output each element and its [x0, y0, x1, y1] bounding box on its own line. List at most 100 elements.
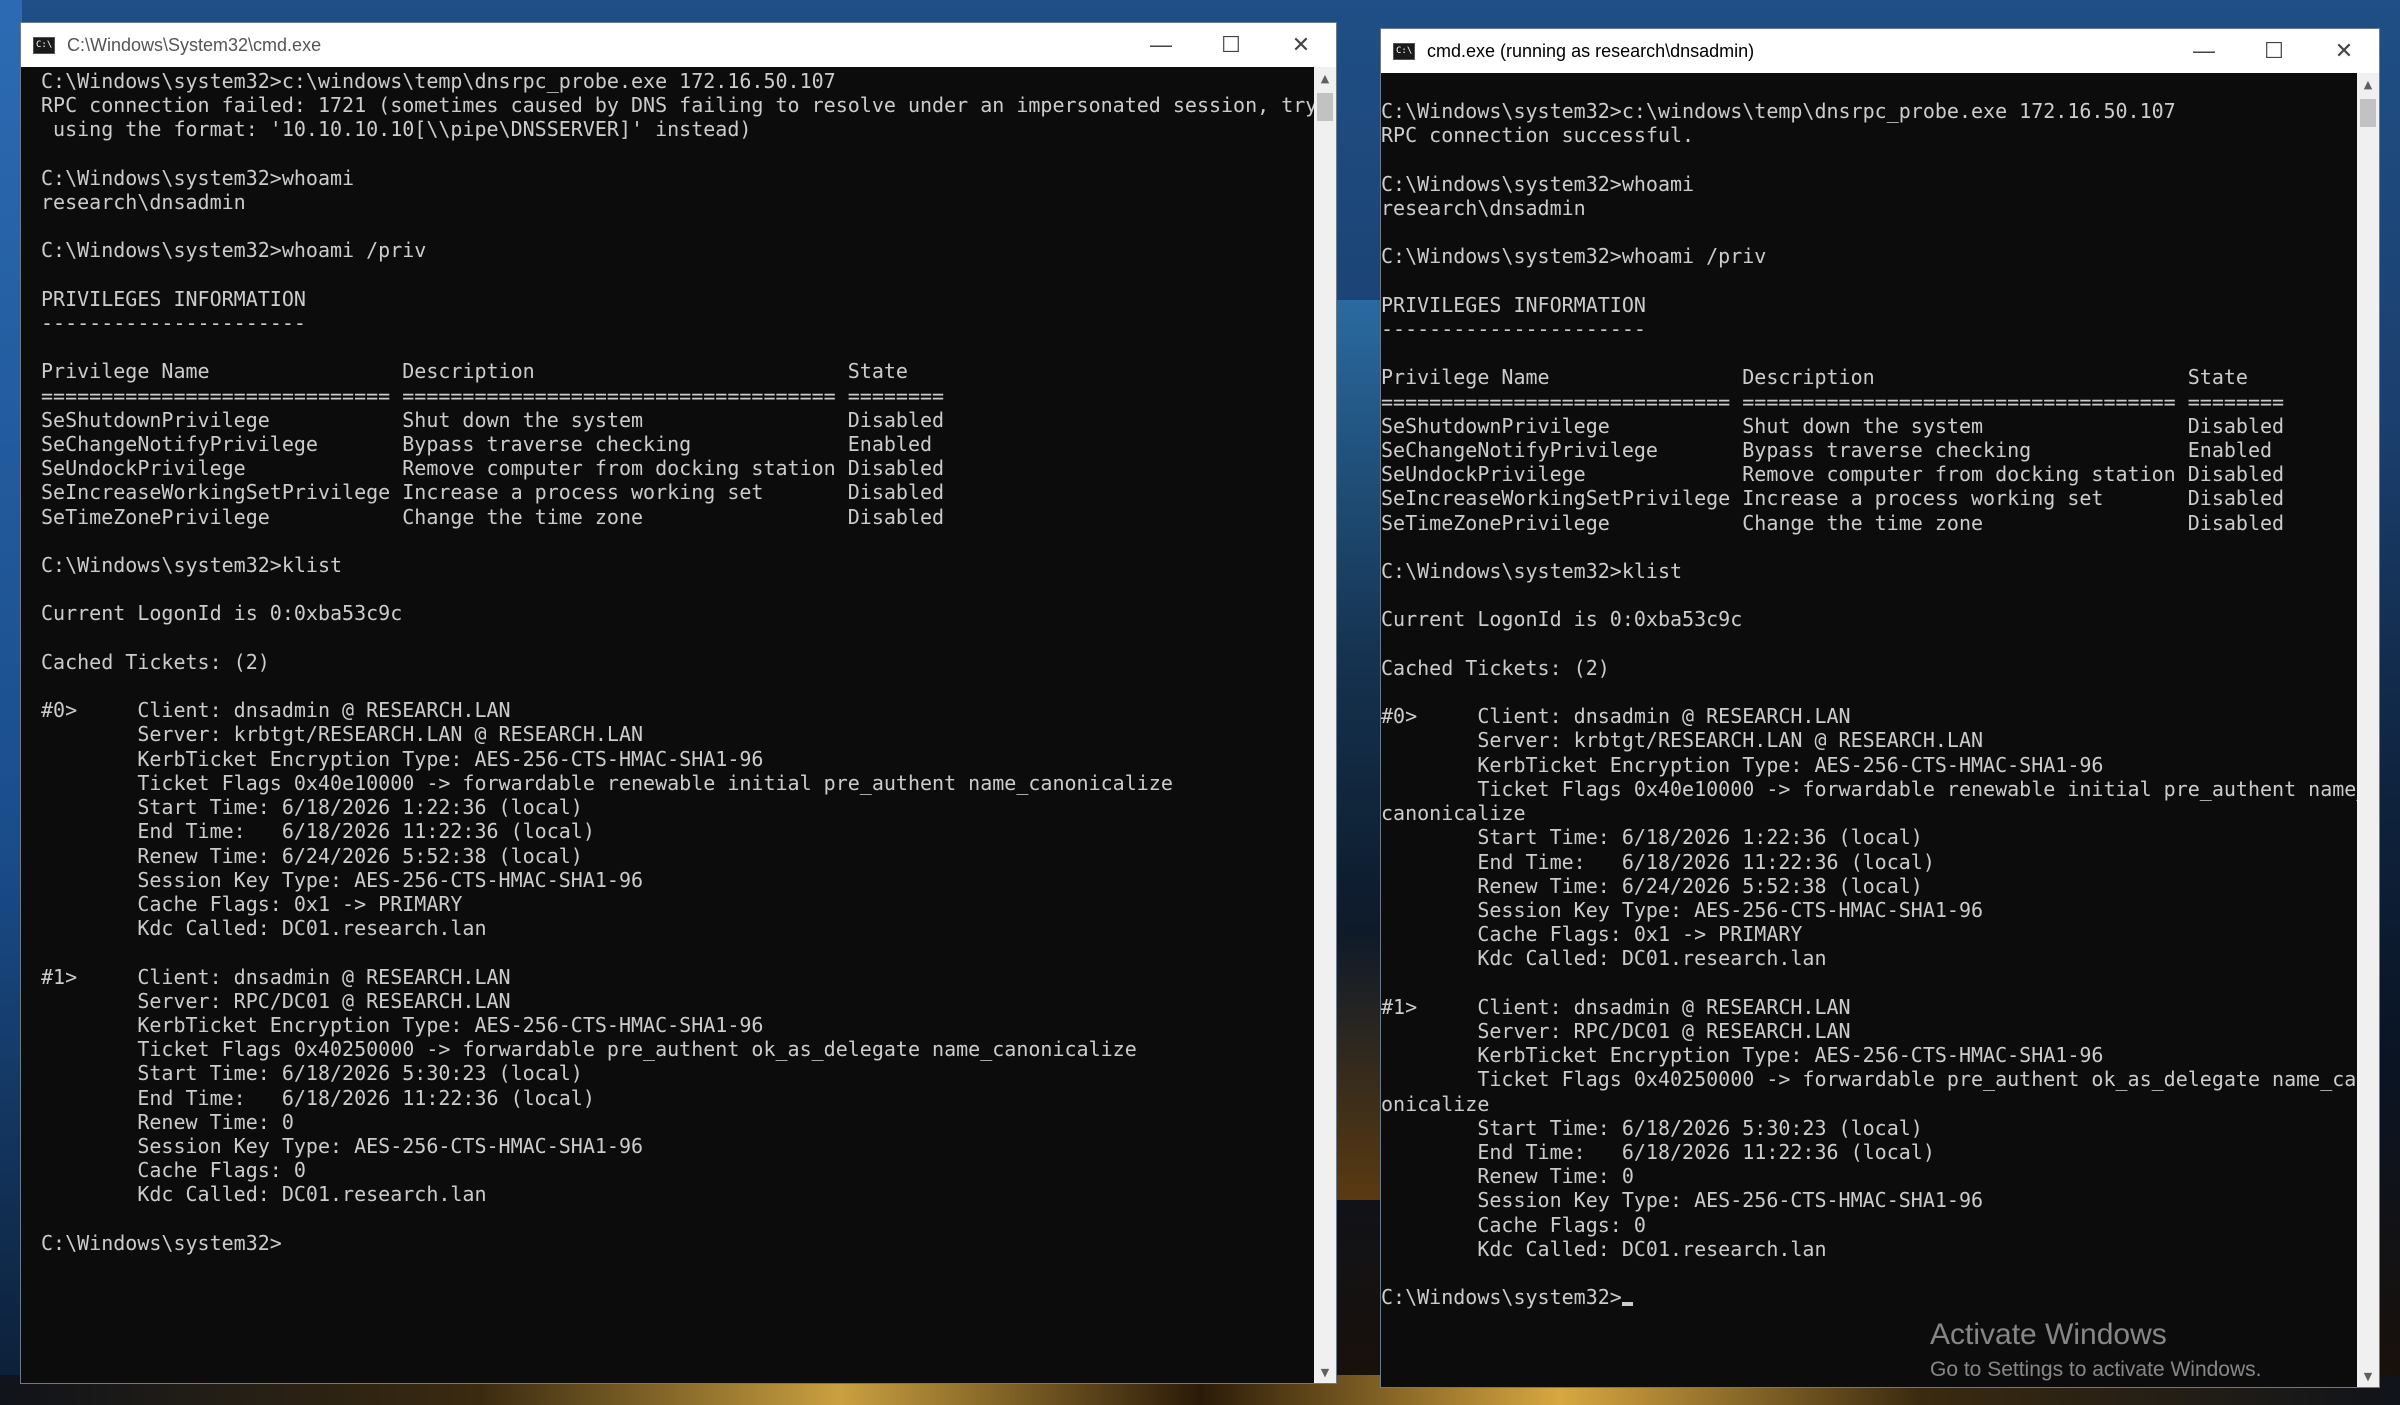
console-line: Cache Flags: 0x1 -> PRIMARY — [1381, 922, 1803, 947]
console-line: SeTimeZonePrivilege Change the time zone… — [41, 504, 945, 529]
console-output[interactable]: C:\Windows\system32>c:\windows\temp\dnsr… — [1381, 73, 2357, 1387]
console-line: Start Time: 6/18/2026 1:22:36 (local) — [41, 795, 583, 820]
console-line: RPC connection successful. — [1381, 123, 1695, 148]
cmd-window-left[interactable]: C:\Windows\System32\cmd.exe — ☐ ✕ C:\Win… — [20, 22, 1337, 1384]
console-line: Start Time: 6/18/2026 5:30:23 (local) — [1381, 1115, 1923, 1140]
scrollbar-thumb[interactable] — [2360, 99, 2376, 127]
console-line: Cache Flags: 0 — [1381, 1212, 1646, 1237]
close-icon[interactable]: ✕ — [1266, 23, 1336, 67]
console-line: Ticket Flags 0x40e10000 -> forwardable r… — [1381, 776, 2357, 801]
console-line: KerbTicket Encryption Type: AES-256-CTS-… — [1381, 752, 2104, 777]
window-title: C:\Windows\System32\cmd.exe — [67, 34, 322, 55]
console-line: SeChangeNotifyPrivilege Bypass traverse … — [41, 432, 933, 457]
console-line: SeChangeNotifyPrivilege Bypass traverse … — [1381, 438, 2273, 463]
vertical-scrollbar[interactable]: ▲ ▼ — [2357, 73, 2379, 1387]
title-bar[interactable]: C:\Windows\System32\cmd.exe — ☐ ✕ — [21, 23, 1336, 67]
console-line: ---------------------- — [41, 311, 306, 336]
console-line: End Time: 6/18/2026 11:22:36 (local) — [41, 1085, 595, 1110]
console-line: SeUndockPrivilege Remove computer from d… — [41, 456, 945, 481]
console-line: research\dnsadmin — [1381, 196, 1586, 221]
close-icon[interactable]: ✕ — [2309, 29, 2379, 73]
console-line: Server: krbtgt/RESEARCH.LAN @ RESEARCH.L… — [41, 722, 644, 747]
scroll-up-icon[interactable]: ▲ — [2357, 73, 2379, 95]
console-line: Renew Time: 6/24/2026 5:52:38 (local) — [41, 843, 583, 868]
maximize-icon[interactable]: ☐ — [1196, 23, 1266, 67]
console-line: SeShutdownPrivilege Shut down the system… — [41, 407, 945, 432]
console-line: End Time: 6/18/2026 11:22:36 (local) — [1381, 849, 1935, 874]
watermark-subtitle: Go to Settings to activate Windows. — [1930, 1358, 2262, 1381]
console-line: Current LogonId is 0:0xba53c9c — [1381, 607, 1743, 632]
console-line: canonicalize — [1381, 801, 1526, 826]
console-line: C:\Windows\system32>c:\windows\temp\dnsr… — [41, 69, 836, 93]
minimize-icon[interactable]: — — [1126, 23, 1196, 67]
cmd-window-right[interactable]: cmd.exe (running as research\dnsadmin) —… — [1380, 28, 2380, 1388]
console-line: Start Time: 6/18/2026 1:22:36 (local) — [1381, 825, 1923, 850]
console-line: C:\Windows\system32> — [41, 1230, 282, 1255]
title-bar[interactable]: cmd.exe (running as research\dnsadmin) —… — [1381, 29, 2379, 73]
console-line: Session Key Type: AES-256-CTS-HMAC-SHA1-… — [1381, 1188, 1984, 1213]
console-line: C:\Windows\system32>klist — [41, 553, 343, 578]
scroll-down-icon[interactable]: ▼ — [2357, 1365, 2379, 1387]
console-line: Kdc Called: DC01.research.lan — [1381, 946, 1827, 971]
maximize-icon[interactable]: ☐ — [2239, 29, 2309, 73]
cmd-console-icon — [33, 36, 55, 54]
minimize-icon[interactable]: — — [2169, 29, 2239, 73]
console-line: Ticket Flags 0x40250000 -> forwardable p… — [1381, 1067, 2357, 1092]
console-line: SeTimeZonePrivilege Change the time zone… — [1381, 510, 2285, 535]
console-line: End Time: 6/18/2026 11:22:36 (local) — [1381, 1139, 1935, 1164]
console-line: Server: RPC/DC01 @ RESEARCH.LAN — [1381, 1018, 1851, 1043]
scroll-up-icon[interactable]: ▲ — [1314, 67, 1336, 89]
console-line: SeIncreaseWorkingSetPrivilege Increase a… — [1381, 486, 2285, 511]
console-line: C:\Windows\system32>whoami /priv — [41, 238, 427, 263]
console-line: Session Key Type: AES-256-CTS-HMAC-SHA1-… — [41, 867, 644, 892]
console-line: Renew Time: 0 — [1381, 1164, 1634, 1189]
console-line: Cached Tickets: (2) — [41, 649, 270, 674]
console-line: Cached Tickets: (2) — [1381, 655, 1610, 680]
console-line: Session Key Type: AES-256-CTS-HMAC-SHA1-… — [41, 1133, 644, 1158]
console-line: Ticket Flags 0x40e10000 -> forwardable r… — [41, 770, 1173, 795]
console-line: research\dnsadmin — [41, 190, 246, 215]
console-line: KerbTicket Encryption Type: AES-256-CTS-… — [1381, 1043, 2104, 1068]
console-line: C:\Windows\system32>klist — [1381, 559, 1683, 584]
console-line: ============================= ==========… — [1381, 389, 2285, 414]
console-line: Privilege Name Description State — [41, 359, 908, 384]
console-line: Current LogonId is 0:0xba53c9c — [41, 601, 403, 626]
console-line: C:\Windows\system32> — [1381, 1285, 2357, 1309]
watermark-title: Activate Windows — [1930, 1318, 2167, 1351]
console-line: RPC connection failed: 1721 (sometimes c… — [41, 93, 1314, 118]
vertical-scrollbar[interactable]: ▲ ▼ — [1314, 67, 1336, 1383]
console-line: End Time: 6/18/2026 11:22:36 (local) — [41, 819, 595, 844]
console-line: Ticket Flags 0x40250000 -> forwardable p… — [41, 1037, 1137, 1062]
console-line: Kdc Called: DC01.research.lan — [1381, 1236, 1827, 1261]
scroll-down-icon[interactable]: ▼ — [1314, 1361, 1336, 1383]
console-line: PRIVILEGES INFORMATION — [1381, 292, 1646, 317]
console-line: Cache Flags: 0 — [41, 1158, 306, 1183]
scrollbar-thumb[interactable] — [1317, 93, 1333, 121]
console-line: #0> Client: dnsadmin @ RESEARCH.LAN — [1381, 704, 1851, 729]
console-line: Renew Time: 0 — [41, 1109, 294, 1134]
console-line: Cache Flags: 0x1 -> PRIMARY — [41, 891, 463, 916]
console-line: KerbTicket Encryption Type: AES-256-CTS-… — [41, 746, 764, 771]
console-line: #0> Client: dnsadmin @ RESEARCH.LAN — [41, 698, 511, 723]
console-line: Server: RPC/DC01 @ RESEARCH.LAN — [41, 988, 511, 1013]
console-line: ---------------------- — [1381, 317, 1646, 342]
console-output[interactable]: C:\Windows\system32>c:\windows\temp\dnsr… — [21, 67, 1314, 1383]
console-line: onicalize — [1381, 1091, 1490, 1116]
console-line: C:\Windows\system32>whoami — [41, 165, 355, 190]
console-line: C:\Windows\system32>whoami — [1381, 171, 1695, 196]
console-line: Kdc Called: DC01.research.lan — [41, 1182, 487, 1207]
